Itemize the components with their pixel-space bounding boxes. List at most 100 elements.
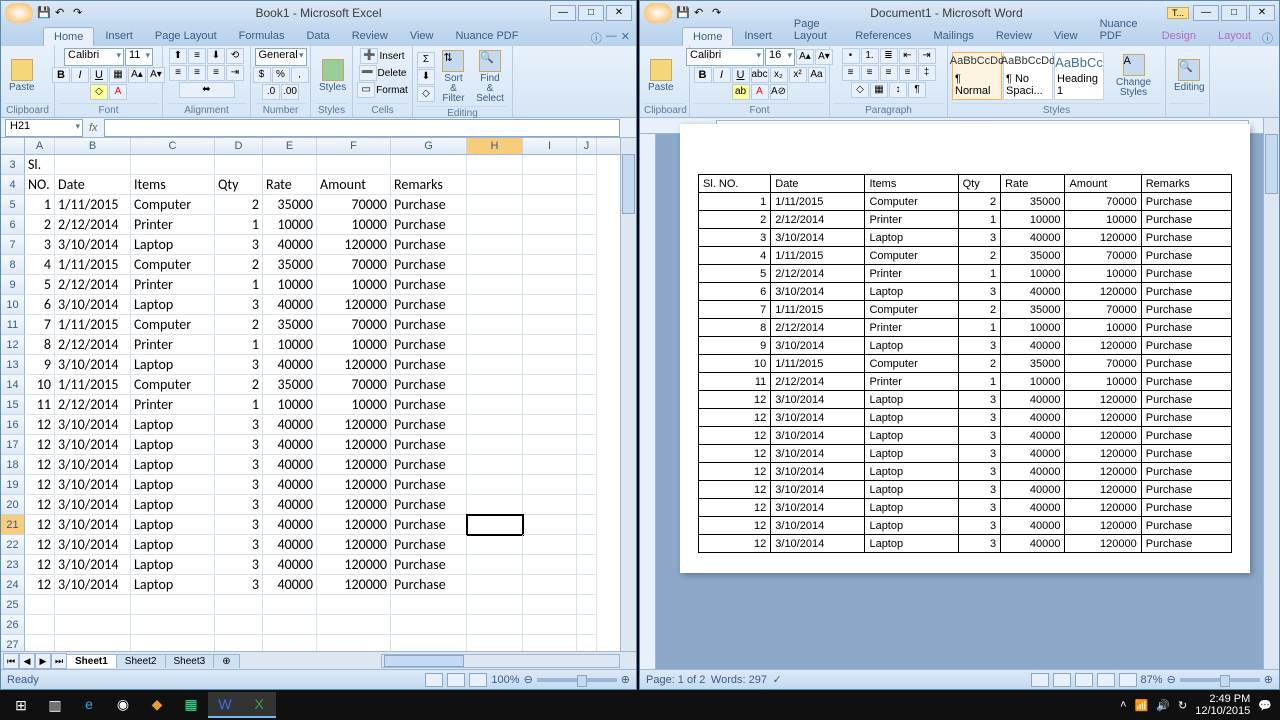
cell-C17[interactable]: Laptop bbox=[131, 435, 215, 455]
cell-B19[interactable]: 3/10/2014 bbox=[55, 475, 131, 495]
grow-font-button[interactable]: A▴ bbox=[128, 67, 146, 83]
page-break-view-button[interactable] bbox=[469, 673, 487, 687]
app-icon[interactable]: ▦ bbox=[174, 692, 208, 718]
cell-C20[interactable]: Laptop bbox=[131, 495, 215, 515]
table-row[interactable]: 71/11/2015Computer23500070000Purchase bbox=[699, 301, 1232, 319]
cell-B21[interactable]: 3/10/2014 bbox=[55, 515, 131, 535]
cell-C25[interactable] bbox=[131, 595, 215, 615]
cell-A22[interactable]: 12 bbox=[25, 535, 55, 555]
cell-C13[interactable]: Laptop bbox=[131, 355, 215, 375]
cell-H16[interactable] bbox=[467, 415, 523, 435]
underline-button[interactable]: U bbox=[90, 67, 108, 83]
sheet-tab-sheet3[interactable]: Sheet3 bbox=[165, 654, 215, 668]
cell-G22[interactable]: Purchase bbox=[391, 535, 467, 555]
superscript-button[interactable]: x² bbox=[789, 67, 807, 83]
cell-G16[interactable]: Purchase bbox=[391, 415, 467, 435]
cell-D13[interactable]: 3 bbox=[215, 355, 263, 375]
close-button[interactable]: ✕ bbox=[1249, 5, 1275, 21]
cell-J9[interactable] bbox=[577, 275, 597, 295]
ribbon-tab-view[interactable]: View bbox=[399, 26, 445, 46]
excel-app-icon[interactable]: X bbox=[242, 692, 276, 718]
cell-I6[interactable] bbox=[523, 215, 577, 235]
align-right-button[interactable]: ≡ bbox=[207, 65, 225, 81]
ribbon-tab-page-layout[interactable]: Page Layout bbox=[783, 14, 844, 46]
cell-B7[interactable]: 3/10/2014 bbox=[55, 235, 131, 255]
cell-A26[interactable] bbox=[25, 615, 55, 635]
cell-I21[interactable] bbox=[523, 515, 577, 535]
row-header[interactable]: 21 bbox=[1, 515, 25, 535]
horizontal-scrollbar[interactable] bbox=[381, 654, 620, 668]
system-tray[interactable]: ˄ 📶 🔊 ↻ 2:49 PM 12/10/2015 💬 bbox=[1120, 693, 1276, 717]
outline-view-button[interactable] bbox=[1097, 673, 1115, 687]
cell-A19[interactable]: 12 bbox=[25, 475, 55, 495]
ribbon-tab-insert[interactable]: Insert bbox=[94, 26, 144, 46]
cell-H4[interactable] bbox=[467, 175, 523, 195]
cell-F21[interactable]: 120000 bbox=[317, 515, 391, 535]
orientation-button[interactable]: ⟲ bbox=[226, 48, 244, 64]
cell-D16[interactable]: 3 bbox=[215, 415, 263, 435]
cell-H26[interactable] bbox=[467, 615, 523, 635]
row-header[interactable]: 6 bbox=[1, 215, 25, 235]
align-bottom-button[interactable]: ⬇ bbox=[207, 48, 225, 64]
cell-J3[interactable] bbox=[577, 155, 597, 175]
cell-J27[interactable] bbox=[577, 635, 597, 651]
column-header-F[interactable]: F bbox=[317, 138, 391, 154]
task-view-button[interactable]: ▥ bbox=[38, 692, 72, 718]
help-icon[interactable]: ⓘ bbox=[1262, 30, 1273, 46]
ribbon-tab-view[interactable]: View bbox=[1043, 26, 1089, 46]
cell-I14[interactable] bbox=[523, 375, 577, 395]
cell-D11[interactable]: 2 bbox=[215, 315, 263, 335]
cell-G8[interactable]: Purchase bbox=[391, 255, 467, 275]
highlight-button[interactable]: ab bbox=[732, 84, 750, 100]
minimize-button[interactable]: — bbox=[1193, 5, 1219, 21]
cell-J17[interactable] bbox=[577, 435, 597, 455]
style--normal[interactable]: AaBbCcDd¶ Normal bbox=[952, 52, 1002, 100]
cell-F14[interactable]: 70000 bbox=[317, 375, 391, 395]
table-row[interactable]: 123/10/2014Laptop340000120000Purchase bbox=[699, 463, 1232, 481]
cell-F12[interactable]: 10000 bbox=[317, 335, 391, 355]
cell-D18[interactable]: 3 bbox=[215, 455, 263, 475]
row-header[interactable]: 23 bbox=[1, 555, 25, 575]
cell-I7[interactable] bbox=[523, 235, 577, 255]
decrease-indent-button[interactable]: ⇤ bbox=[899, 48, 917, 64]
fill-color-button[interactable]: ◇ bbox=[90, 84, 108, 100]
table-row[interactable]: 123/10/2014Laptop340000120000Purchase bbox=[699, 535, 1232, 553]
style-heading-1[interactable]: AaBbCcHeading 1 bbox=[1054, 52, 1104, 100]
cell-D5[interactable]: 2 bbox=[215, 195, 263, 215]
cell-D12[interactable]: 1 bbox=[215, 335, 263, 355]
ribbon-tab-page-layout[interactable]: Page Layout bbox=[144, 26, 228, 46]
fx-icon[interactable]: fx bbox=[83, 122, 104, 134]
cell-F5[interactable]: 70000 bbox=[317, 195, 391, 215]
word-document-area[interactable]: Sl. NO.DateItemsQtyRateAmountRemarks11/1… bbox=[640, 118, 1279, 669]
cell-G4[interactable]: Remarks bbox=[391, 175, 467, 195]
select-all-corner[interactable] bbox=[1, 138, 25, 154]
vertical-scrollbar[interactable] bbox=[1263, 118, 1279, 669]
row-header[interactable]: 8 bbox=[1, 255, 25, 275]
cell-F6[interactable]: 10000 bbox=[317, 215, 391, 235]
sheet-nav-first[interactable]: ⏮ bbox=[3, 653, 19, 669]
cell-D19[interactable]: 3 bbox=[215, 475, 263, 495]
cell-H5[interactable] bbox=[467, 195, 523, 215]
cell-I10[interactable] bbox=[523, 295, 577, 315]
cell-C12[interactable]: Printer bbox=[131, 335, 215, 355]
cell-B20[interactable]: 3/10/2014 bbox=[55, 495, 131, 515]
help-icon[interactable]: ⓘ bbox=[591, 30, 602, 46]
cell-C24[interactable]: Laptop bbox=[131, 575, 215, 595]
shading-button[interactable]: ◇ bbox=[851, 82, 869, 98]
cell-I9[interactable] bbox=[523, 275, 577, 295]
font-color-button[interactable]: A bbox=[109, 84, 127, 100]
cell-A18[interactable]: 12 bbox=[25, 455, 55, 475]
increase-decimal-button[interactable]: .0 bbox=[262, 84, 280, 100]
styles-button[interactable]: Styles bbox=[315, 57, 350, 95]
vertical-scrollbar[interactable] bbox=[620, 138, 636, 651]
multilevel-button[interactable]: ≣ bbox=[880, 48, 898, 64]
word-table[interactable]: Sl. NO.DateItemsQtyRateAmountRemarks11/1… bbox=[698, 174, 1232, 553]
cell-G6[interactable]: Purchase bbox=[391, 215, 467, 235]
proofing-icon[interactable]: ✓ bbox=[773, 673, 782, 686]
zoom-slider[interactable] bbox=[1180, 678, 1260, 682]
align-center-button[interactable]: ≡ bbox=[188, 65, 206, 81]
cell-I26[interactable] bbox=[523, 615, 577, 635]
table-row[interactable]: 22/12/2014Printer11000010000Purchase bbox=[699, 211, 1232, 229]
cell-J13[interactable] bbox=[577, 355, 597, 375]
table-row[interactable]: 123/10/2014Laptop340000120000Purchase bbox=[699, 391, 1232, 409]
